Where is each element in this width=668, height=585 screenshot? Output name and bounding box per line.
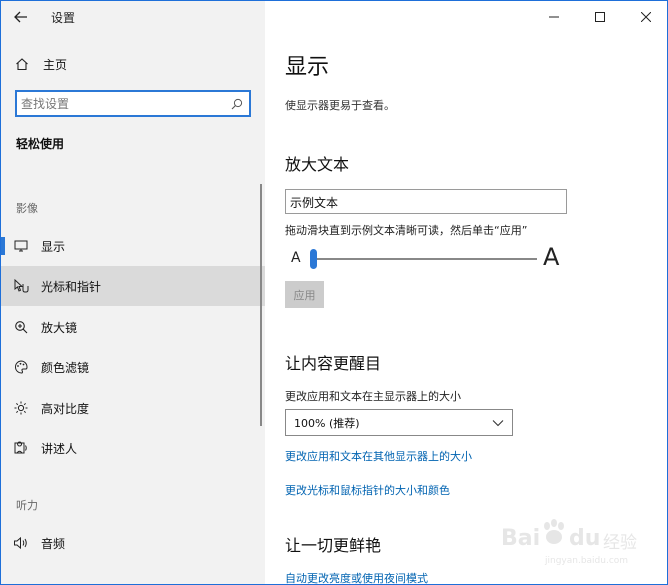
title-bar: 设置 bbox=[1, 1, 265, 33]
sidebar-scrollbar[interactable] bbox=[260, 184, 262, 426]
section-heading-brighter: 让一切更鲜艳 bbox=[285, 536, 382, 555]
settings-window: 设置 主页 轻松使用 影像 显示 光标和指针 bbox=[0, 0, 668, 585]
sidebar-item-label: 高对比度 bbox=[41, 401, 90, 416]
sidebar-item-high-contrast[interactable]: 高对比度 bbox=[1, 388, 265, 428]
magnifier-icon bbox=[1, 320, 41, 334]
sidebar: 设置 主页 轻松使用 影像 显示 光标和指针 bbox=[1, 1, 265, 584]
cursor-pointer-icon bbox=[1, 279, 41, 293]
link-night-light[interactable]: 自动更改亮度或使用夜间模式 bbox=[285, 570, 428, 584]
sidebar-item-display[interactable]: 显示 bbox=[1, 226, 265, 266]
window-controls bbox=[531, 1, 667, 33]
slider-thumb[interactable] bbox=[310, 249, 317, 269]
speaker-icon bbox=[1, 536, 41, 550]
sidebar-item-label: 显示 bbox=[41, 239, 66, 254]
minimize-icon bbox=[549, 16, 559, 18]
home-icon bbox=[1, 57, 43, 71]
sidebar-item-label: 主页 bbox=[43, 57, 68, 72]
chevron-down-icon bbox=[492, 419, 504, 426]
slider-track[interactable] bbox=[311, 258, 537, 260]
slider-min-label: A bbox=[291, 250, 301, 266]
page-title: 显示 bbox=[285, 55, 330, 80]
sidebar-item-label: 音频 bbox=[41, 536, 66, 551]
maximize-icon bbox=[595, 12, 605, 22]
maximize-button[interactable] bbox=[577, 1, 623, 33]
group-label-hearing: 听力 bbox=[16, 499, 38, 512]
link-cursor-size[interactable]: 更改光标和鼠标指针的大小和颜色 bbox=[285, 482, 450, 498]
search-box[interactable] bbox=[15, 90, 251, 117]
scale-label: 更改应用和文本在主显示器上的大小 bbox=[285, 390, 461, 403]
watermark-url: jingyan.baidu.com bbox=[545, 556, 629, 566]
sidebar-section-title: 轻松使用 bbox=[16, 137, 65, 151]
section-heading-text-size: 放大文本 bbox=[285, 155, 350, 174]
sidebar-item-label: 放大镜 bbox=[41, 320, 78, 335]
sidebar-item-magnifier[interactable]: 放大镜 bbox=[1, 307, 265, 347]
watermark-logo: Bai du 经验 jingyan.baidu.com bbox=[501, 512, 661, 572]
search-input[interactable] bbox=[17, 96, 225, 111]
watermark-brand: Bai bbox=[501, 526, 541, 551]
brightness-icon bbox=[1, 401, 41, 415]
close-icon bbox=[641, 12, 651, 22]
sidebar-item-color-filters[interactable]: 颜色滤镜 bbox=[1, 347, 265, 387]
link-other-displays[interactable]: 更改应用和文本在其他显示器上的大小 bbox=[285, 448, 472, 464]
watermark-cn: 经验 bbox=[603, 533, 637, 553]
slider-hint: 拖动滑块直到示例文本清晰可读，然后单击“应用” bbox=[285, 224, 528, 237]
text-size-slider[interactable]: A A bbox=[285, 243, 575, 273]
sidebar-item-label: 光标和指针 bbox=[41, 279, 102, 294]
paw-icon bbox=[544, 519, 564, 544]
slider-max-label: A bbox=[543, 243, 560, 271]
dropdown-value: 100% (推荐) bbox=[294, 416, 360, 430]
scale-dropdown[interactable]: 100% (推荐) bbox=[285, 409, 513, 436]
sidebar-item-label: 讲述人 bbox=[41, 441, 78, 456]
window-title: 设置 bbox=[51, 10, 76, 25]
sidebar-item-audio[interactable]: 音频 bbox=[1, 523, 265, 563]
arrow-left-icon bbox=[14, 11, 27, 23]
group-label-vision: 影像 bbox=[16, 202, 38, 215]
sidebar-item-cursor-pointer[interactable]: 光标和指针 bbox=[1, 266, 265, 306]
monitor-icon bbox=[1, 240, 41, 252]
sample-text-box: 示例文本 bbox=[285, 189, 567, 214]
minimize-button[interactable] bbox=[531, 1, 577, 33]
close-button[interactable] bbox=[623, 1, 667, 33]
watermark-brand-2: du bbox=[569, 526, 601, 551]
section-heading-make-bigger: 让内容更醒目 bbox=[285, 354, 382, 373]
search-icon[interactable] bbox=[225, 98, 249, 110]
apply-button[interactable]: 应用 bbox=[285, 281, 324, 308]
sidebar-item-home[interactable]: 主页 bbox=[1, 49, 265, 79]
color-palette-icon bbox=[1, 360, 41, 374]
page-subtitle: 使显示器更易于查看。 bbox=[285, 99, 395, 112]
back-button[interactable] bbox=[1, 1, 41, 33]
content-pane: 显示 使显示器更易于查看。 放大文本 示例文本 拖动滑块直到示例文本清晰可读，然… bbox=[265, 1, 667, 584]
sidebar-item-label: 颜色滤镜 bbox=[41, 360, 90, 375]
narrator-icon bbox=[1, 441, 41, 455]
sidebar-item-narrator[interactable]: 讲述人 bbox=[1, 428, 265, 468]
